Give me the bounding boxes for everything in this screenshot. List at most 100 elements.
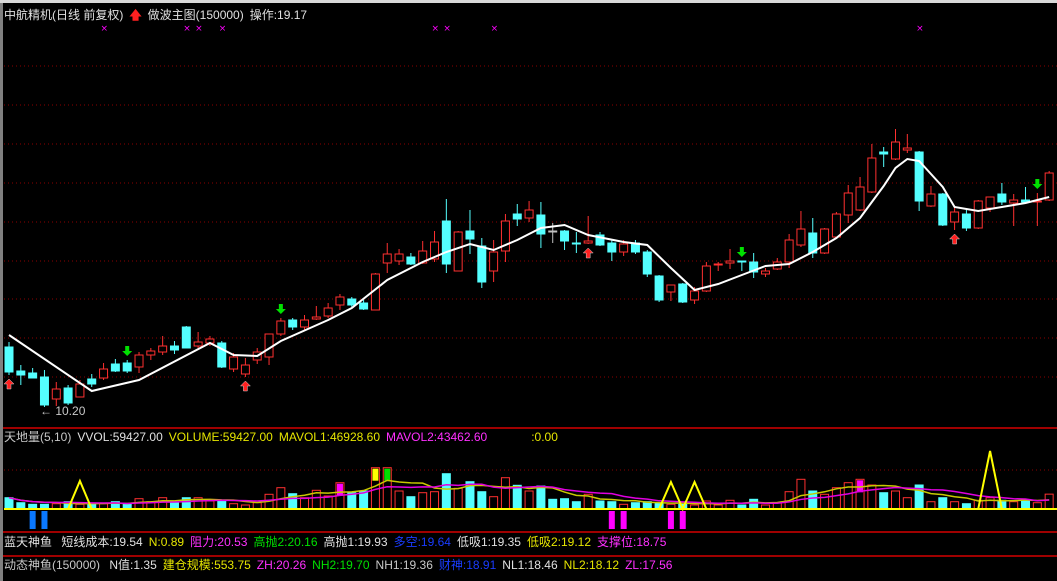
candle	[630, 240, 640, 254]
candle-body	[524, 209, 534, 219]
candle-body	[737, 260, 747, 263]
fish2-item: 建仓规模:553.75	[162, 558, 251, 572]
volume-bar	[406, 496, 416, 510]
candle-body	[264, 333, 274, 358]
fish1-item: N:0.89	[148, 535, 185, 549]
candle-body	[99, 368, 109, 379]
candle	[335, 294, 345, 310]
candle	[441, 199, 451, 273]
extra-value: :0.00	[531, 430, 558, 444]
stock-chart[interactable]: × × × × × × × ×	[0, 0, 1057, 581]
top-marker-icon: ×	[916, 24, 924, 34]
candle	[193, 332, 203, 348]
candle	[217, 341, 227, 368]
volume-highlight	[372, 468, 379, 481]
low-price-label: ← 10.20	[40, 404, 86, 418]
volume-bar	[891, 490, 900, 510]
red-up-arrow-icon: 🡅	[129, 8, 142, 22]
volume-bar	[831, 487, 841, 510]
price-grid	[4, 65, 1057, 378]
candle	[87, 374, 97, 387]
candle	[855, 177, 865, 211]
fish1-item: 高抛1:19.93	[323, 535, 388, 549]
candle-body	[760, 270, 770, 275]
volume-bar	[430, 491, 440, 510]
candle-body	[938, 193, 948, 226]
candle-body	[855, 186, 865, 211]
volume-bar	[512, 484, 522, 510]
candle	[300, 315, 309, 330]
volume-bar	[571, 501, 581, 510]
volume-bar	[158, 497, 168, 510]
candle-body	[619, 243, 629, 253]
candle-body	[240, 364, 250, 375]
candle	[16, 365, 26, 385]
candle-body	[713, 263, 723, 266]
candle-body	[300, 319, 309, 328]
candle	[938, 193, 948, 226]
candle-body	[110, 363, 120, 372]
candle-body	[229, 356, 239, 370]
top-marker-icon: ×	[432, 24, 440, 34]
candle-body	[335, 296, 345, 306]
top-marker-icon: ×	[491, 24, 499, 34]
volume-bar	[725, 499, 735, 510]
fish1-item: 低吸1:19.35	[456, 535, 521, 549]
candle-body	[39, 376, 49, 406]
candle-body	[28, 372, 38, 379]
candle-body	[891, 141, 900, 160]
volume-bar	[394, 490, 404, 510]
candle-body	[867, 157, 877, 193]
candle	[323, 303, 333, 318]
candles	[4, 129, 1054, 407]
candle-body	[489, 251, 499, 272]
candle-body	[950, 211, 960, 223]
candle-body	[158, 345, 168, 353]
candle	[51, 382, 61, 406]
volume-bar	[418, 492, 428, 510]
candle	[796, 211, 806, 247]
candle-body	[63, 387, 73, 404]
candle	[536, 202, 546, 248]
candle	[63, 385, 73, 405]
ma-line	[8, 157, 1050, 393]
candle	[134, 352, 144, 373]
candle-body	[453, 231, 463, 272]
candle	[607, 240, 617, 261]
candle	[311, 306, 321, 320]
fish2-indicator-row: 动态神鱼(150000) N值:1.35 建仓规模:553.75 ZH:20.26 N…	[4, 558, 684, 572]
candle	[595, 232, 605, 246]
candle	[891, 129, 900, 160]
candle	[28, 368, 38, 379]
blue-signal-bar	[29, 511, 36, 529]
candle-body	[1044, 172, 1054, 201]
fish2-item: NH1:19.36	[375, 558, 433, 572]
candle-body	[961, 213, 971, 229]
volume-bar	[749, 498, 759, 510]
volume-indicator-name: 天地量(5,10)	[4, 430, 72, 444]
volume-bar	[4, 497, 14, 510]
candle	[512, 204, 522, 226]
signals: × × × × × × × ×	[3, 24, 1043, 392]
volume-bar	[560, 498, 570, 510]
candle-body	[406, 256, 416, 265]
candle-body	[571, 242, 581, 245]
fish2-name: 动态神鱼(150000)	[4, 558, 101, 572]
volume-bar	[477, 491, 487, 510]
candle-body	[169, 345, 179, 351]
volume-bar	[985, 497, 995, 510]
candle-body	[642, 251, 652, 275]
candle-body	[512, 213, 522, 220]
buy-arrow-icon	[3, 378, 15, 390]
stock-title: 中航精机(日线 前复权)	[4, 8, 124, 22]
candle	[489, 240, 499, 282]
candle	[571, 232, 581, 253]
buy-arrow-icon	[582, 247, 594, 259]
fish1-item: 阻力:20.53	[190, 535, 248, 549]
candle	[831, 212, 841, 238]
candle-body	[394, 253, 404, 262]
candle	[678, 283, 688, 303]
volume-bars	[4, 467, 1057, 529]
volume-bar	[524, 490, 534, 510]
blue-signal-bar	[41, 511, 48, 529]
